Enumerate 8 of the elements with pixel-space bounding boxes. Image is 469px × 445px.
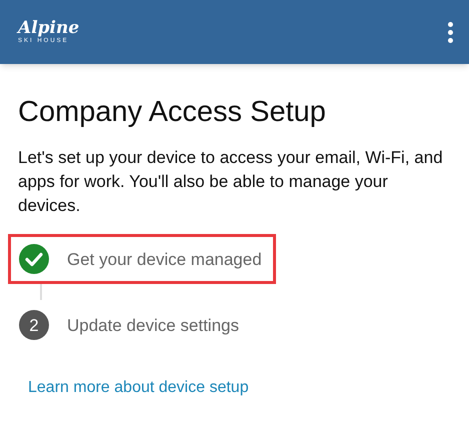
step-label: Update device settings [67, 314, 239, 336]
logo-name: Alpine [18, 20, 80, 37]
description: Let's set up your device to access your email, Wi-Fi, and apps for work. You'll also be able to manage your devices. [18, 147, 444, 218]
learn-more-link[interactable]: Learn more about device setup [28, 376, 249, 400]
step-label: Get your device managed [67, 248, 262, 270]
page-title: Company Access Setup [18, 95, 327, 130]
check-icon [19, 244, 49, 274]
step-number: 2 [19, 310, 49, 340]
